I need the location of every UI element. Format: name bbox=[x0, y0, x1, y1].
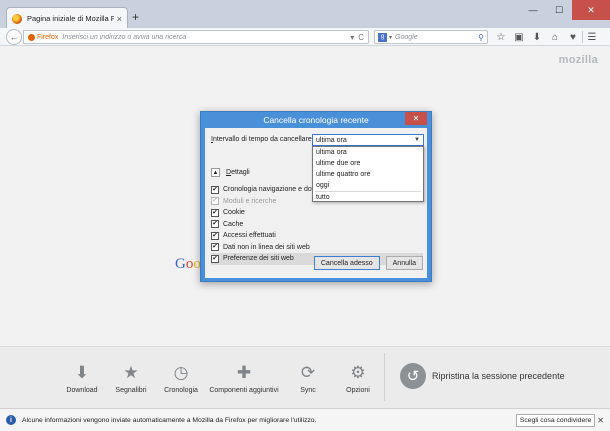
checkbox[interactable]: ✔ bbox=[211, 185, 219, 194]
checkbox[interactable]: ✔ bbox=[211, 208, 219, 217]
menu-icon[interactable]: ☰ bbox=[583, 29, 601, 45]
toolbar-buttons: ☆ ▣ ⬇ ⌂ ♥ ☰ bbox=[492, 29, 601, 45]
restore-icon: ↺ bbox=[400, 363, 426, 389]
launcher-label: Componenti aggiuntivi bbox=[209, 387, 279, 394]
clock-icon: ◷ bbox=[173, 363, 189, 382]
checkbox[interactable]: ✔ bbox=[211, 231, 219, 240]
checkbox[interactable]: ✔ bbox=[211, 243, 219, 252]
url-bar[interactable]: Firefox Inserisci un indirizzo o avvia u… bbox=[23, 30, 369, 44]
launcher-label: Opzioni bbox=[346, 387, 370, 394]
launcher-divider bbox=[384, 353, 385, 401]
option-everything[interactable]: tutto bbox=[313, 192, 423, 203]
choose-what-to-share-button[interactable]: Scegli cosa condividere bbox=[515, 413, 596, 427]
launcher-label: Download bbox=[66, 387, 98, 394]
download-icon: ⬇ bbox=[74, 363, 90, 382]
time-range-value: ultima ora bbox=[316, 136, 347, 144]
option-last-four-hours[interactable]: ultime quattro ore bbox=[313, 169, 423, 180]
close-window-button[interactable]: ✕ bbox=[572, 0, 610, 20]
close-notification-icon[interactable]: ✕ bbox=[597, 416, 604, 425]
identity-box[interactable]: Firefox bbox=[28, 33, 59, 41]
sync-icon: ⟳ bbox=[300, 363, 316, 382]
launcher-label: Cronologia bbox=[164, 387, 198, 394]
dropdown-arrow-icon[interactable]: ▾ bbox=[350, 33, 354, 42]
info-icon: i bbox=[6, 415, 16, 425]
launcher-bar: ⬇ Download ★ Segnalibri ◷ Cronologia ✚ C… bbox=[0, 346, 610, 408]
window-controls: — ☐ ✕ bbox=[520, 0, 610, 20]
check-cookies[interactable]: ✔ Cookie bbox=[211, 207, 423, 219]
checkbox[interactable]: ✔ bbox=[211, 254, 219, 263]
clear-now-button[interactable]: Cancella adesso bbox=[313, 256, 380, 270]
minimize-button[interactable]: — bbox=[520, 0, 546, 20]
identity-label: Firefox bbox=[37, 33, 59, 41]
close-tab-icon[interactable]: × bbox=[117, 14, 122, 24]
google-engine-icon[interactable]: g bbox=[378, 32, 387, 42]
search-input[interactable]: Google bbox=[395, 34, 478, 41]
maximize-button[interactable]: ☐ bbox=[546, 0, 572, 20]
clear-history-dialog: Cancella cronologia recente ✕ Intervallo… bbox=[200, 111, 432, 282]
notification-message: Alcune informazioni vengono inviate auto… bbox=[22, 416, 317, 424]
mozilla-logo: mozilla bbox=[558, 54, 598, 66]
downloads-icon[interactable]: ⬇ bbox=[528, 29, 546, 45]
time-range-select[interactable]: ultima ora ▼ bbox=[312, 134, 424, 146]
checkbox: ✔ bbox=[211, 197, 219, 206]
launcher-label: Sync bbox=[300, 387, 316, 394]
new-tab-button[interactable]: + bbox=[132, 10, 139, 24]
reload-icon[interactable]: C bbox=[358, 33, 364, 42]
option-last-two-hours[interactable]: ultime due ore bbox=[313, 158, 423, 169]
puzzle-icon: ✚ bbox=[236, 363, 252, 382]
notification-bar: i Alcune informazioni vengono inviate au… bbox=[0, 408, 610, 431]
restore-session-button[interactable]: ↺ Ripristina la sessione precedente bbox=[400, 363, 565, 389]
dialog-title: Cancella cronologia recente bbox=[263, 115, 369, 125]
chevron-up-icon: ▲ bbox=[211, 168, 220, 177]
option-last-hour[interactable]: ultima ora bbox=[313, 147, 423, 158]
search-icon[interactable]: ⚲ bbox=[478, 33, 484, 42]
tab-title: Pagina iniziale di Mozilla Fir... bbox=[27, 14, 114, 23]
gear-icon: ⚙ bbox=[350, 363, 366, 382]
check-offline-data[interactable]: ✔ Dati non in linea dei siti web bbox=[211, 242, 423, 254]
check-cache[interactable]: ✔ Cache bbox=[211, 219, 423, 231]
search-bar[interactable]: g ▾ Google ⚲ bbox=[374, 30, 488, 44]
back-button[interactable]: ← bbox=[6, 29, 22, 45]
pocket-icon[interactable]: ♥ bbox=[564, 29, 582, 45]
bookmark-star-icon[interactable]: ☆ bbox=[492, 29, 510, 45]
launcher-options-button[interactable]: ⚙ Opzioni bbox=[328, 363, 388, 394]
option-today[interactable]: oggi bbox=[313, 180, 423, 191]
restore-label: Ripristina la sessione precedente bbox=[432, 371, 565, 381]
chevron-down-icon: ▼ bbox=[414, 137, 420, 143]
details-toggle[interactable]: ▲ Dettagli bbox=[211, 168, 250, 177]
title-bar: Pagina iniziale di Mozilla Fir... × + — … bbox=[0, 0, 610, 29]
home-icon[interactable]: ⌂ bbox=[546, 29, 564, 45]
cancel-button[interactable]: Annulla bbox=[385, 256, 423, 270]
reading-list-icon[interactable]: ▣ bbox=[510, 29, 528, 45]
navigation-bar: ← Firefox Inserisci un indirizzo o avvia… bbox=[0, 28, 610, 46]
engine-dropdown-icon[interactable]: ▾ bbox=[389, 34, 392, 41]
url-input[interactable]: Inserisci un indirizzo o avvia una ricer… bbox=[62, 34, 346, 41]
star-icon: ★ bbox=[123, 363, 139, 382]
checkbox[interactable]: ✔ bbox=[211, 220, 219, 229]
firefox-icon bbox=[12, 13, 22, 24]
dialog-buttons: Cancella adesso Annulla bbox=[308, 256, 423, 270]
tab-home[interactable]: Pagina iniziale di Mozilla Fir... × bbox=[6, 7, 128, 29]
time-range-dropdown: ultima ora ultime due ore ultime quattro… bbox=[312, 146, 424, 202]
check-active-logins[interactable]: ✔ Accessi effettuati bbox=[211, 230, 423, 242]
launcher-addons-button[interactable]: ✚ Componenti aggiuntivi bbox=[208, 363, 280, 394]
google-logo: Goo bbox=[175, 256, 201, 272]
firefox-identity-icon bbox=[28, 33, 35, 41]
launcher-label: Segnalibri bbox=[115, 387, 147, 394]
time-range-label: Intervallo di tempo da cancellare: bbox=[211, 136, 314, 143]
launcher-history-button[interactable]: ◷ Cronologia bbox=[151, 363, 211, 394]
dialog-close-button[interactable]: ✕ bbox=[405, 112, 427, 125]
